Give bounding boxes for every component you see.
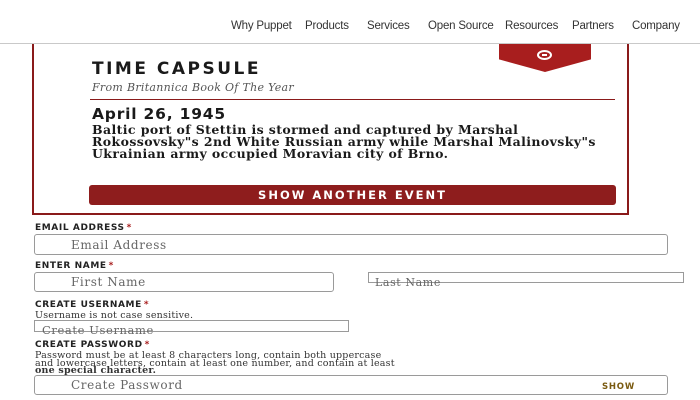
top-nav: Why Puppet Products Services Open Source… — [0, 0, 700, 44]
last-name-field-wrapper — [368, 272, 684, 287]
nav-partners[interactable]: Partners — [572, 20, 614, 32]
name-label: ENTER NAME * — [35, 261, 114, 271]
password-field-wrapper: SHOW — [34, 375, 668, 395]
nav-resources[interactable]: Resources — [505, 20, 558, 32]
nav-open-source[interactable]: Open Source — [428, 20, 494, 32]
username-label: CREATE USERNAME * — [35, 300, 150, 310]
password-field[interactable] — [35, 376, 667, 394]
first-name-field[interactable] — [35, 273, 333, 291]
capsule-title: TIME CAPSULE — [92, 59, 261, 79]
first-name-field-wrapper — [34, 272, 334, 292]
capsule-date: April 26, 1945 — [92, 105, 226, 123]
nav-services[interactable]: Services — [367, 20, 410, 32]
capsule-divider — [90, 99, 615, 100]
time-capsule-card: TIME CAPSULE From Britannica Book Of The… — [32, 44, 629, 215]
nav-why-puppet[interactable]: Why Puppet — [231, 20, 292, 32]
username-field[interactable] — [35, 325, 348, 335]
username-field-wrapper — [34, 320, 349, 335]
chat-bubble-icon — [537, 50, 552, 60]
password-label: CREATE PASSWORD * — [35, 340, 150, 350]
capsule-event-text: Baltic port of Stettin is stormed and ca… — [92, 122, 596, 161]
capsule-subtitle: From Britannica Book Of The Year — [92, 81, 294, 94]
nav-products[interactable]: Products — [305, 20, 349, 32]
email-field[interactable] — [35, 235, 667, 254]
email-label: EMAIL ADDRESS * — [35, 223, 132, 233]
capsule-ribbon — [499, 44, 591, 72]
show-password-button[interactable]: SHOW — [602, 382, 635, 392]
email-field-wrapper — [34, 234, 668, 255]
last-name-field[interactable] — [369, 278, 683, 287]
nav-company[interactable]: Company — [632, 20, 680, 32]
password-hint-line-3: one special character. — [35, 365, 157, 376]
username-hint: Username is not case sensitive. — [35, 310, 194, 321]
show-another-event-button[interactable]: SHOW ANOTHER EVENT — [89, 185, 616, 205]
